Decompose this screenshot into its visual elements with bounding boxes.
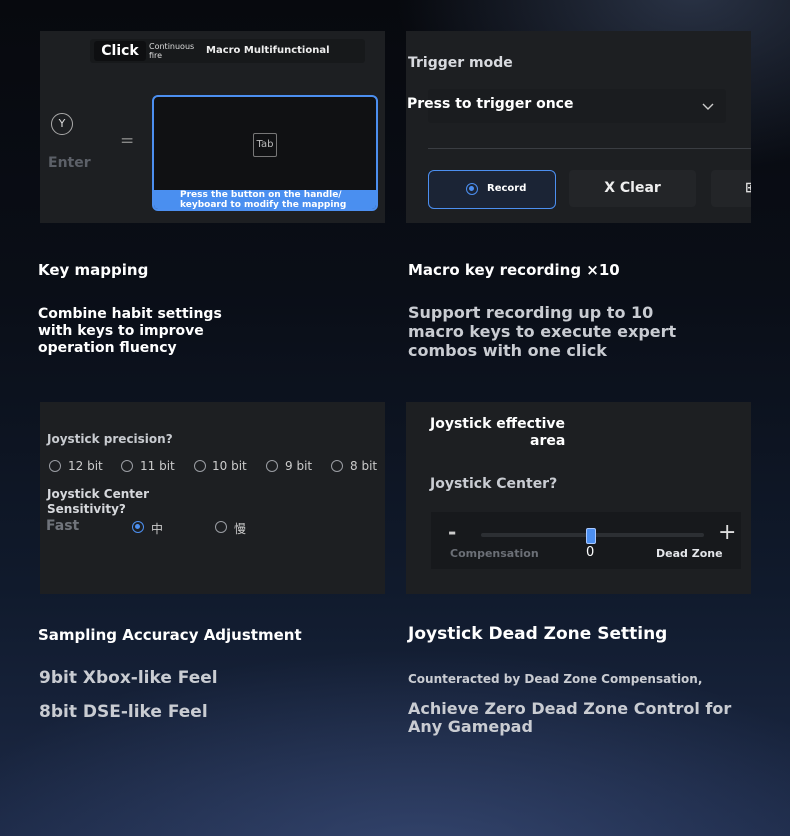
hint-line-1: Press the button on the handle/ <box>180 190 342 200</box>
record-dot-icon <box>466 183 478 195</box>
desc-line: macro keys to execute expert <box>408 322 677 341</box>
feature-deadzone-line-3: Any Gamepad <box>408 717 533 736</box>
deadzone-label: Dead Zone <box>656 547 723 560</box>
desc-line: Combine habit settings <box>38 306 222 322</box>
extra-button[interactable]: ⊞ <box>711 170 751 207</box>
minus-button[interactable]: - <box>448 520 456 544</box>
feature-macro-desc: Support recording up to 10 macro keys to… <box>408 303 676 360</box>
radio-mid[interactable] <box>132 521 144 533</box>
record-button[interactable]: Record <box>428 170 556 209</box>
option-mid: 中 <box>151 522 164 536</box>
center-label-line-2: Sensitivity? <box>47 502 126 516</box>
feature-deadzone-title: Joystick Dead Zone Setting <box>408 624 668 644</box>
option-9bit: 9 bit <box>285 459 313 473</box>
feature-macro-title: Macro key recording ×10 <box>408 261 620 279</box>
tab-click[interactable]: Click <box>94 41 146 61</box>
effective-area-label: Joystick effective area <box>430 416 565 450</box>
tab-continuous-label: Continuous <box>149 42 195 51</box>
radio-10bit[interactable] <box>194 460 206 472</box>
desc-line: combos with one click <box>408 341 607 360</box>
precision-label: Joystick precision? <box>47 432 173 446</box>
trigger-mode-value: Press to trigger once <box>407 96 574 112</box>
desc-line: operation fluency <box>38 340 177 356</box>
key-mapping-panel: Click Continuous fire Macro Multifunctio… <box>40 31 385 223</box>
radio-8bit[interactable] <box>331 460 343 472</box>
enter-label: Enter <box>48 155 91 171</box>
option-slow: 慢 <box>234 522 247 536</box>
feature-key-mapping-desc: Combine habit settings with keys to impr… <box>38 306 222 357</box>
tab-continuous-fire[interactable]: Continuous fire <box>149 42 194 60</box>
mapping-input-box[interactable]: Tab Press the button on the handle/ keyb… <box>152 95 378 211</box>
tab-fire-label: fire <box>149 51 163 60</box>
option-8bit: 8 bit <box>350 459 378 473</box>
macro-recording-panel: Trigger mode Press to trigger once Recor… <box>406 31 751 223</box>
radio-12bit[interactable] <box>49 460 61 472</box>
tab-key-icon: Tab <box>253 133 277 157</box>
y-button-icon[interactable]: Y <box>51 113 73 135</box>
joystick-precision-panel: Joystick precision? 12 bit 11 bit 10 bit… <box>40 402 385 594</box>
equals-sign: = <box>120 131 135 151</box>
center-sensitivity-label: Joystick Center Sensitivity? <box>47 487 149 517</box>
hint-line-2: keyboard to modify the mapping <box>180 200 347 210</box>
mapping-hint: Press the button on the handle/ keyboard… <box>154 190 376 209</box>
feature-sampling-title: Sampling Accuracy Adjustment <box>38 626 302 644</box>
deadzone-slider-handle[interactable] <box>586 528 596 544</box>
deadzone-value: 0 <box>586 545 595 560</box>
option-10bit: 10 bit <box>212 459 247 473</box>
effective-area-line-2: area <box>530 433 566 449</box>
tab-macro-multifunctional[interactable]: Macro Multifunctional <box>206 45 330 56</box>
record-label: Record <box>487 183 527 194</box>
joystick-deadzone-panel: Joystick effective area Joystick Center?… <box>406 402 751 594</box>
center-label-line-1: Joystick Center <box>47 487 150 501</box>
compensation-label: Compensation <box>450 547 539 560</box>
option-11bit: 11 bit <box>140 459 175 473</box>
feature-deadzone-line-1: Counteracted by Dead Zone Compensation, <box>408 672 703 686</box>
mode-tabs: Click Continuous fire Macro Multifunctio… <box>90 39 365 63</box>
desc-line: with keys to improve <box>38 323 204 339</box>
feature-sampling-line-2: 8bit DSE-like Feel <box>39 702 208 722</box>
radio-9bit[interactable] <box>266 460 278 472</box>
feature-deadzone-line-2: Achieve Zero Dead Zone Control for <box>408 699 732 718</box>
clear-button[interactable]: X Clear <box>569 170 696 207</box>
radio-slow[interactable] <box>215 521 227 533</box>
trigger-mode-label: Trigger mode <box>408 55 513 71</box>
plus-button[interactable]: + <box>718 520 736 545</box>
feature-key-mapping-title: Key mapping <box>38 261 149 279</box>
desc-line: Support recording up to 10 <box>408 303 654 322</box>
joystick-center-label: Joystick Center? <box>430 476 558 492</box>
divider <box>428 148 751 149</box>
radio-11bit[interactable] <box>121 460 133 472</box>
feature-sampling-line-1: 9bit Xbox-like Feel <box>39 668 218 688</box>
fast-label: Fast <box>46 518 80 534</box>
chevron-down-icon[interactable] <box>702 100 714 115</box>
effective-area-line-1: Joystick effective <box>430 416 566 432</box>
option-12bit: 12 bit <box>68 459 103 473</box>
